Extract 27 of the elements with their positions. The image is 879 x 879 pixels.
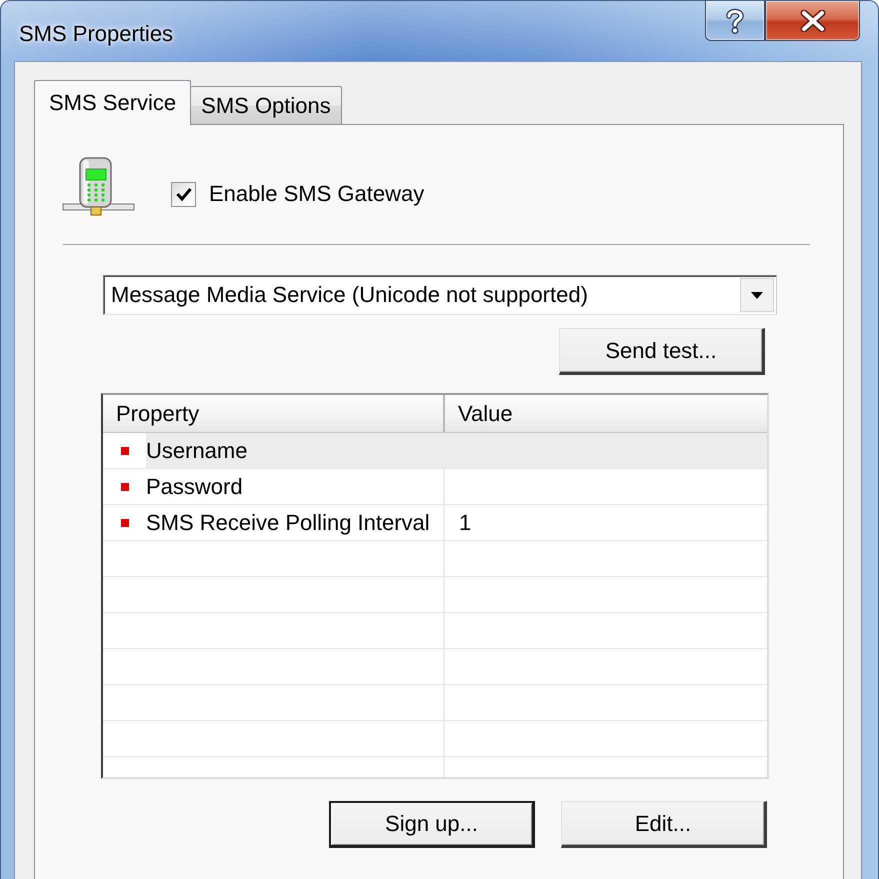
close-button[interactable] [765,1,860,41]
check-icon [176,187,192,201]
property-cell: Username [146,438,248,464]
help-button[interactable] [705,1,765,41]
table-row[interactable]: Username [103,433,767,469]
close-icon [800,10,826,32]
property-cell: Password [146,474,243,500]
caret-icon[interactable] [740,278,774,312]
checkbox[interactable] [171,182,196,206]
bullet-icon [121,446,129,454]
dialog-button[interactable]: Edit... [561,801,767,848]
value-cell: 1 [459,510,472,536]
property-cell: SMS Receive Polling Interval [146,510,430,536]
dialog-button[interactable]: Sign up... [329,801,535,848]
checkbox-label[interactable]: Enable SMS Gateway [209,181,424,207]
table-row[interactable]: SMS Receive Polling Interval 1 [103,505,767,541]
help-icon [725,8,745,34]
table-row[interactable]: Password [103,469,767,505]
tab[interactable]: SMS Options [191,86,342,125]
column-header[interactable]: Value [445,395,767,432]
tab[interactable]: SMS Service [34,80,192,125]
bullet-icon [121,482,129,490]
send-test-button[interactable]: Send test... [559,328,765,375]
bullet-icon [121,518,129,526]
service-dropdown[interactable]: Message Media Service (Unicode not supported) [103,275,777,315]
mobile-phone-icon [61,156,136,218]
window-title: SMS Properties [18,21,174,47]
